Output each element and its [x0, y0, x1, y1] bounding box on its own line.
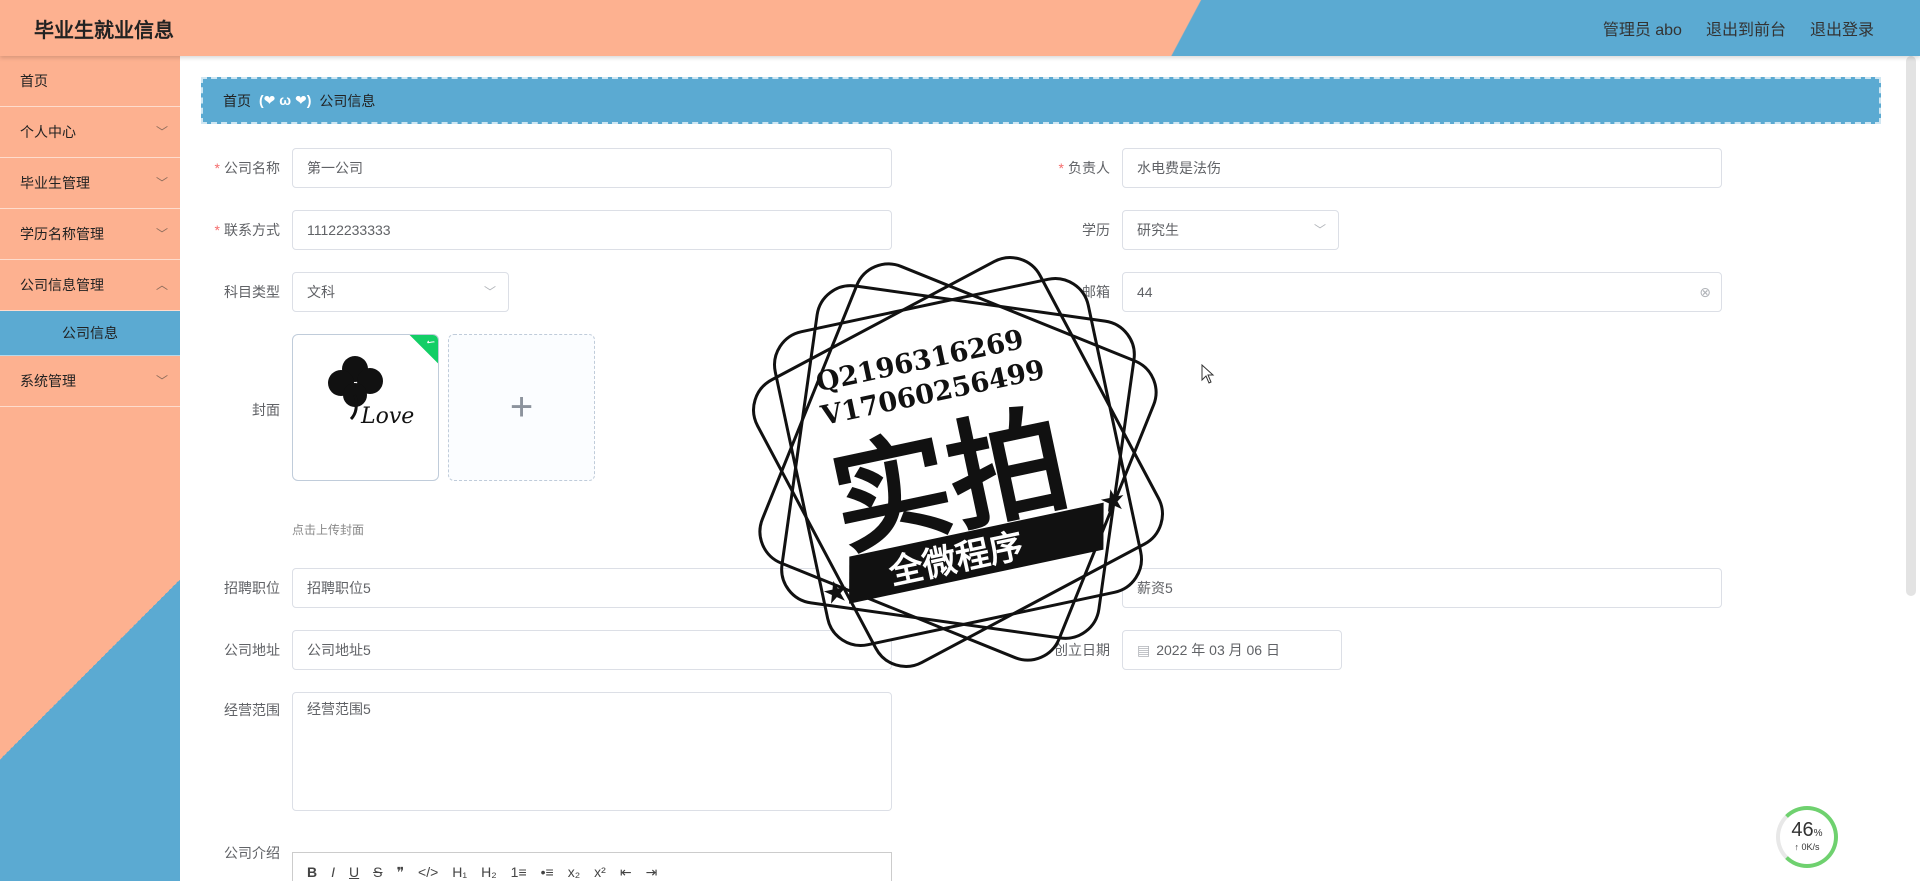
chevron-down-icon: ﹀ [1313, 223, 1326, 237]
sidebar-item-home[interactable]: 首页 [0, 56, 180, 107]
intro-label: 公司介绍 [224, 845, 280, 861]
scope-textarea[interactable]: 经营范围5 [292, 692, 892, 811]
bold-button[interactable]: B [307, 864, 317, 880]
sidebar-item-education-names[interactable]: 学历名称管理 ﹀ [0, 209, 180, 260]
page-scrollbar[interactable] [1906, 56, 1916, 596]
position-label: 招聘职位 [224, 580, 280, 596]
salary-input[interactable]: 薪资5 [1122, 568, 1722, 608]
company-name-label: * 公司名称 [214, 160, 280, 176]
outdent-button[interactable]: ⇤ [620, 864, 632, 881]
clover-love-image: Love [328, 356, 414, 429]
user-label: 管理员 abo [1602, 22, 1682, 39]
code-button[interactable]: </> [418, 864, 438, 880]
indent-button[interactable]: ⇥ [646, 864, 658, 881]
h2-button[interactable]: H₂ [481, 864, 497, 880]
sidebar-item-graduates[interactable]: 毕业生管理 ﹀ [0, 158, 180, 209]
cover-upload-tip: 点击上传封面 [292, 523, 365, 537]
ordered-list-button[interactable]: 1≡ [511, 864, 527, 880]
watermark-stamp: Q2196316269 V17060256499 实拍 全微程序 ★ ★ [752, 256, 1164, 668]
bullet-list-button[interactable]: •≡ [541, 864, 554, 880]
chevron-down-icon: ﹀ [483, 285, 496, 299]
cover-label: 封面 [252, 402, 280, 418]
sidebar-subitem-company-info[interactable]: 公司信息 [0, 311, 180, 356]
breadcrumb-current: 公司信息 [319, 92, 376, 109]
sidebar-item-company-management[interactable]: 公司信息管理 ︿ [0, 260, 180, 311]
h1-button[interactable]: H₁ [452, 864, 467, 880]
chevron-down-icon: ﹀ [155, 227, 168, 241]
chevron-down-icon: ﹀ [155, 176, 168, 190]
breadcrumb-separator: (❤ ω ❤) [259, 92, 312, 108]
company-name-input[interactable]: 第一公司 [292, 148, 892, 188]
subject-select[interactable]: 文科 ﹀ [292, 272, 509, 312]
sidebar-item-system[interactable]: 系统管理 ﹀ [0, 356, 180, 407]
rich-text-toolbar: B I U S ❞ </> H₁ H₂ 1≡ •≡ x₂ x² ⇤ ⇥ [292, 852, 892, 881]
superscript-button[interactable]: x² [594, 864, 606, 880]
network-speed-widget: 46% ↑ 0K/s [1776, 806, 1838, 868]
header-links: 管理员 abo 退出到前台 退出登录 [1603, 16, 1874, 40]
chevron-down-icon: ﹀ [155, 125, 168, 139]
manager-input[interactable]: 水电费是法伤 [1122, 148, 1722, 188]
subject-label: 科目类型 [224, 284, 280, 300]
manager-label: * 负责人 [1058, 160, 1110, 176]
strike-button[interactable]: S [373, 864, 382, 880]
education-label: 学历 [1082, 222, 1110, 238]
breadcrumb: 首页 (❤ ω ❤) 公司信息 [201, 77, 1881, 124]
email-input[interactable]: 44 ⊗ [1122, 272, 1722, 312]
quote-button[interactable]: ❞ [396, 864, 404, 881]
top-header: 毕业生就业信息 管理员 abo 退出到前台 退出登录 [0, 0, 1920, 56]
chevron-down-icon: ﹀ [155, 374, 168, 388]
mouse-cursor-icon [1201, 364, 1215, 384]
contact-input[interactable]: 11122233333 [292, 210, 892, 250]
sidebar: 首页 个人中心 ﹀ 毕业生管理 ﹀ 学历名称管理 ﹀ 公司信息管理 ︿ 公司信息 系统管… [0, 56, 180, 881]
clear-icon[interactable]: ⊗ [1699, 273, 1711, 311]
italic-button[interactable]: I [331, 864, 335, 880]
breadcrumb-home[interactable]: 首页 [223, 91, 251, 111]
to-front-link[interactable]: 退出到前台 [1706, 16, 1786, 40]
app-title: 毕业生就业信息 [34, 20, 174, 42]
contact-label: * 联系方式 [214, 222, 280, 238]
svg-text:Love: Love [360, 404, 414, 429]
cover-upload-button[interactable]: + [448, 334, 595, 481]
plus-icon: + [509, 385, 534, 429]
cover-image-card[interactable]: Love ✓ [292, 334, 439, 481]
scope-label: 经营范围 [224, 702, 280, 718]
subscript-button[interactable]: x₂ [568, 864, 580, 880]
logout-link[interactable]: 退出登录 [1810, 16, 1874, 40]
address-label: 公司地址 [224, 642, 280, 658]
sidebar-item-personal-center[interactable]: 个人中心 ﹀ [0, 107, 180, 158]
chevron-up-icon: ︿ [155, 278, 168, 292]
education-select[interactable]: 研究生 ﹀ [1122, 210, 1339, 250]
underline-button[interactable]: U [349, 864, 359, 880]
